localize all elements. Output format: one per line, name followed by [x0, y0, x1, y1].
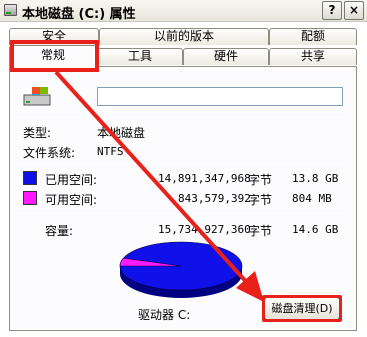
type-label: 类型:	[23, 126, 52, 140]
free-space-bytes: 843,579,392	[178, 192, 251, 205]
tab-quota[interactable]: 配额	[269, 28, 357, 45]
hard-drive-icon	[23, 87, 51, 106]
filesystem-label: 文件系统:	[23, 146, 76, 160]
free-space-size: 804 MB	[292, 192, 332, 205]
filesystem-value: NTFS	[97, 145, 124, 158]
disk-usage-pie	[119, 241, 243, 298]
type-value: 本地磁盘	[97, 126, 146, 140]
divider	[17, 117, 349, 118]
used-space-size: 13.8 GB	[292, 172, 339, 185]
drive-letter-label: 驱动器 C:	[138, 308, 191, 322]
title-bar: 本地磁盘 (C:) 属性 ? ×	[0, 0, 367, 22]
tab-hardware[interactable]: 硬件	[183, 48, 269, 65]
drive-icon	[4, 4, 17, 16]
divider	[17, 213, 349, 214]
capacity-unit: 字节	[248, 224, 273, 238]
window-title: 本地磁盘 (C:) 属性	[22, 7, 136, 22]
capacity-size: 14.6 GB	[292, 223, 339, 236]
used-space-label: 已用空间:	[45, 173, 98, 187]
tab-previous-versions[interactable]: 以前的版本	[99, 28, 269, 45]
disk-cleanup-button[interactable]: 磁盘清理(D)	[262, 295, 342, 322]
used-space-swatch	[23, 171, 37, 185]
used-space-unit: 字节	[248, 173, 273, 187]
free-space-label: 可用空间:	[45, 193, 98, 207]
capacity-label: 容量:	[45, 224, 74, 238]
help-button[interactable]: ?	[322, 1, 342, 20]
tab-sharing[interactable]: 共享	[269, 48, 357, 65]
close-button[interactable]: ×	[344, 1, 364, 20]
drive-name-input[interactable]	[97, 87, 343, 106]
used-space-bytes: 14,891,347,968	[158, 172, 251, 185]
highlight-box	[10, 40, 99, 72]
free-space-swatch	[23, 191, 37, 205]
tab-tools[interactable]: 工具	[97, 48, 183, 65]
free-space-unit: 字节	[248, 193, 273, 207]
divider	[17, 163, 349, 164]
capacity-bytes: 15,734,927,360	[158, 223, 251, 236]
